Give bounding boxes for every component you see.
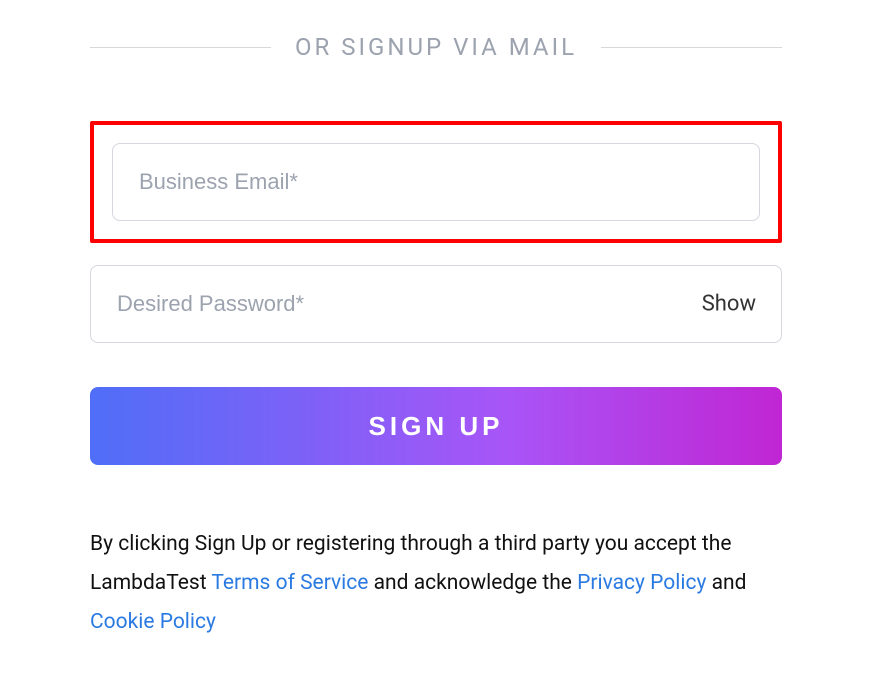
legal-mid: and acknowledge the (368, 571, 577, 595)
signup-button[interactable]: SIGN UP (90, 387, 782, 465)
divider-text: OR SIGNUP VIA MAIL (295, 33, 577, 61)
email-field-highlight (90, 121, 782, 243)
divider-line-left (90, 47, 271, 48)
legal-text: By clicking Sign Up or registering throu… (90, 525, 782, 642)
legal-and: and (706, 571, 746, 595)
privacy-policy-link[interactable]: Privacy Policy (577, 571, 706, 595)
email-input[interactable] (112, 143, 760, 221)
email-field-wrapper (112, 143, 760, 221)
terms-of-service-link[interactable]: Terms of Service (211, 571, 368, 595)
password-input[interactable] (90, 265, 782, 343)
divider-row: OR SIGNUP VIA MAIL (90, 33, 782, 61)
divider-line-right (601, 47, 782, 48)
cookie-policy-link[interactable]: Cookie Policy (90, 610, 216, 634)
password-show-toggle[interactable]: Show (702, 292, 756, 317)
password-field-wrapper: Show (90, 265, 782, 343)
